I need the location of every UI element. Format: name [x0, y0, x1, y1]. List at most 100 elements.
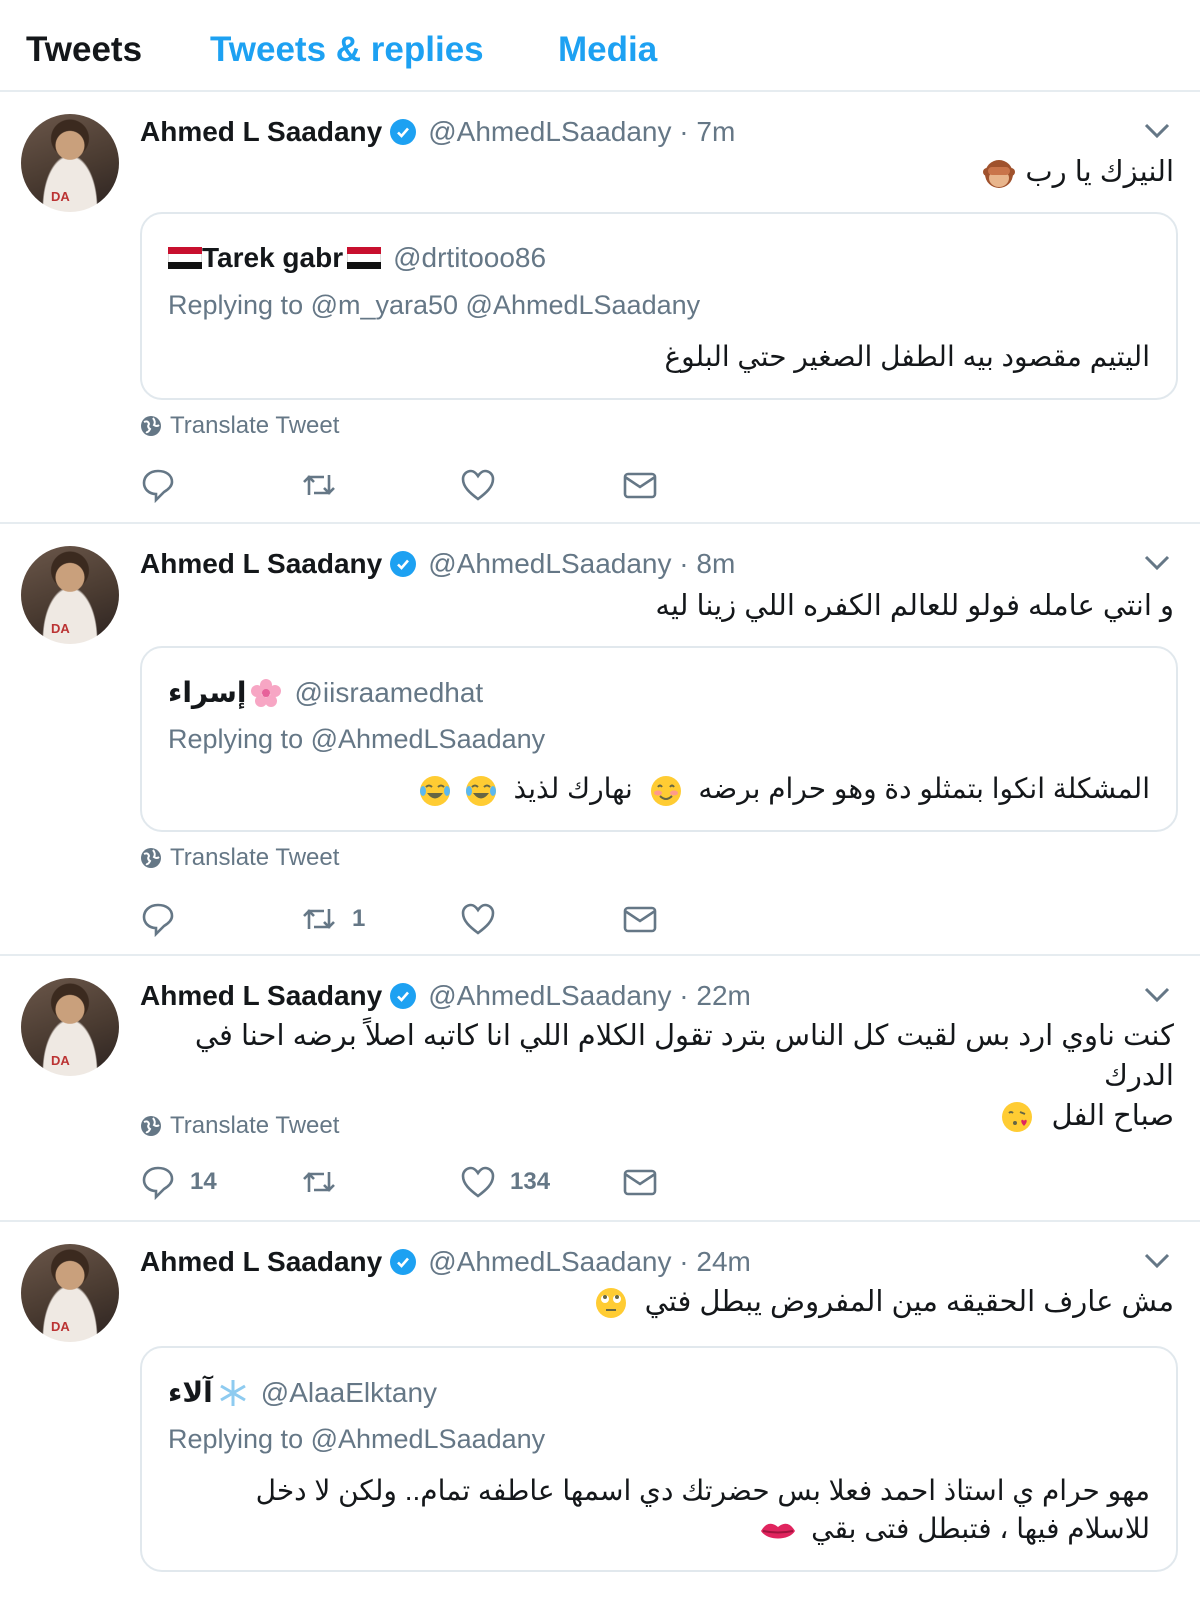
- like-button[interactable]: [460, 467, 496, 503]
- replying-to[interactable]: Replying to @AhmedLSaadany: [168, 1424, 545, 1455]
- tweet-card[interactable]: DA Ahmed L Saadany @AhmedLSaadany · 8m و…: [0, 524, 1200, 956]
- author-name[interactable]: Ahmed L Saadany: [140, 1246, 382, 1278]
- avatar[interactable]: DA: [21, 978, 119, 1076]
- direct-message-button[interactable]: [622, 901, 658, 937]
- tab-media[interactable]: Media: [558, 30, 657, 70]
- quoted-tweet-header: آلاء @AlaaElktany: [168, 1376, 437, 1409]
- chevron-down-icon[interactable]: [1144, 122, 1170, 140]
- quoted-tweet-text: اليتيم مقصود بيه الطفل الصغير حتي البلوغ: [664, 341, 1150, 372]
- reply-button[interactable]: 14: [140, 1164, 217, 1200]
- lips-icon: [761, 1523, 796, 1539]
- cherry-blossom-icon: [251, 678, 282, 707]
- quoted-author-name[interactable]: إسراء: [168, 676, 246, 709]
- reply-count: 14: [190, 1168, 217, 1195]
- tweet-text-line: كنت ناوي ارد بس لقيت كل الناس بترد تقول …: [194, 1020, 1174, 1092]
- quoted-author-name[interactable]: آلاء: [168, 1376, 213, 1409]
- envelope-icon: [623, 472, 657, 499]
- direct-message-button[interactable]: [622, 467, 658, 503]
- quoted-tweet[interactable]: إسراء @iisraamedhat Replying to @AhmedLS…: [140, 646, 1178, 832]
- author-handle-time[interactable]: @AhmedLSaadany · 8m: [428, 548, 735, 580]
- author-name[interactable]: Ahmed L Saadany: [140, 980, 382, 1012]
- tweet-header: Ahmed L Saadany @AhmedLSaadany · 24m: [140, 1242, 751, 1282]
- reply-button[interactable]: [140, 467, 176, 503]
- translate-label: Translate Tweet: [170, 844, 340, 871]
- tweet-text: و انتي عامله فولو للعالم الكفره اللي زين…: [655, 590, 1174, 622]
- like-button[interactable]: 134: [460, 1164, 550, 1200]
- translate-label: Translate Tweet: [170, 412, 340, 439]
- retweet-count: 1: [352, 905, 366, 932]
- snowflake-icon: [220, 1379, 246, 1406]
- envelope-icon: [623, 1169, 657, 1196]
- avatar[interactable]: DA: [21, 114, 119, 212]
- see-no-evil-monkey-icon: [983, 160, 1016, 189]
- tears-of-joy-emoji-icon: [419, 775, 450, 806]
- reply-icon: [142, 469, 174, 503]
- quoted-author-handle[interactable]: @iisraamedhat: [294, 677, 483, 709]
- direct-message-button[interactable]: [622, 1164, 658, 1200]
- tears-of-joy-emoji-icon: [465, 775, 496, 806]
- profile-tabs: Tweets Tweets & replies Media: [0, 0, 1200, 92]
- retweet-button[interactable]: [300, 467, 338, 503]
- quoted-tweet-header: Tarek gabr @drtitooo86: [168, 242, 546, 274]
- quoted-text-part: للاسلام فيها ، فتبطل فتى بقي: [811, 1513, 1150, 1544]
- tab-tweets[interactable]: Tweets: [26, 30, 142, 70]
- retweet-icon: [303, 475, 335, 495]
- verified-icon: [390, 551, 417, 577]
- reply-button[interactable]: [140, 901, 176, 937]
- quoted-tweet-text: مهو حرام ي استاذ احمد فعلا بس حضرتك دي ا…: [168, 1472, 1150, 1548]
- retweet-button[interactable]: [300, 1164, 338, 1200]
- author-handle-time[interactable]: @AhmedLSaadany · 24m: [428, 1246, 751, 1278]
- tweet-text-line: النيزك يا رب: [1025, 156, 1174, 188]
- verified-icon: [390, 119, 417, 145]
- like-count: 134: [510, 1168, 551, 1195]
- tweet-header: Ahmed L Saadany @AhmedLSaadany · 8m: [140, 544, 735, 584]
- egypt-flag-icon: [347, 247, 382, 269]
- reply-icon: [142, 903, 174, 937]
- retweet-icon: [303, 909, 335, 929]
- quoted-text-line: للاسلام فيها ، فتبطل فتى بقي: [168, 1510, 1150, 1548]
- translate-tweet[interactable]: Translate Tweet: [140, 1112, 339, 1140]
- tweet-text: النيزك يا رب: [140, 152, 1174, 192]
- author-handle-time[interactable]: @AhmedLSaadany · 22m: [428, 980, 751, 1012]
- author-handle-time[interactable]: @AhmedLSaadany · 7m: [428, 116, 735, 148]
- author-name[interactable]: Ahmed L Saadany: [140, 548, 382, 580]
- translate-tweet[interactable]: Translate Tweet: [140, 844, 339, 872]
- tab-tweets-and-replies[interactable]: Tweets & replies: [210, 30, 484, 70]
- globe-icon: [141, 416, 161, 436]
- translate-tweet[interactable]: Translate Tweet: [140, 412, 339, 440]
- chevron-down-icon[interactable]: [1144, 554, 1170, 572]
- like-button[interactable]: [460, 901, 496, 937]
- quoted-author-name[interactable]: Tarek gabr: [202, 242, 343, 274]
- tweet-card[interactable]: DA Ahmed L Saadany @AhmedLSaadany · 22m …: [0, 956, 1200, 1222]
- chevron-down-icon[interactable]: [1144, 986, 1170, 1004]
- heart-icon: [461, 469, 495, 501]
- quoted-tweet[interactable]: آلاء @AlaaElktany Replying to @AhmedLSaa…: [140, 1346, 1178, 1572]
- egypt-flag-icon: [168, 247, 202, 269]
- reply-icon: [142, 1166, 174, 1200]
- quoted-text-part: نهارك لذيذ: [513, 773, 633, 804]
- verified-icon: [390, 983, 417, 1009]
- verified-icon: [390, 1249, 417, 1275]
- tweet-card[interactable]: DA Ahmed L Saadany @AhmedLSaadany · 24m …: [0, 1222, 1200, 1614]
- quoted-text-line: مهو حرام ي استاذ احمد فعلا بس حضرتك دي ا…: [255, 1475, 1150, 1506]
- author-name[interactable]: Ahmed L Saadany: [140, 116, 382, 148]
- face-with-rolling-eyes-emoji-icon: [595, 1288, 626, 1319]
- quoted-tweet[interactable]: Tarek gabr @drtitooo86 Replying to @m_ya…: [140, 212, 1178, 400]
- retweet-button[interactable]: 1: [300, 901, 365, 937]
- tweet-header: Ahmed L Saadany @AhmedLSaadany · 7m: [140, 112, 735, 152]
- chevron-down-icon[interactable]: [1144, 1252, 1170, 1270]
- smiling-blush-emoji-icon: [650, 775, 681, 806]
- tweet-text-part: صباح الفل: [1051, 1100, 1174, 1132]
- face-blowing-kiss-emoji-icon: [1002, 1102, 1033, 1133]
- tweet-actions: [140, 467, 700, 507]
- replying-to[interactable]: Replying to @m_yara50 @AhmedLSaadany: [168, 290, 700, 321]
- globe-icon: [141, 848, 161, 868]
- avatar[interactable]: DA: [21, 546, 119, 644]
- replying-to[interactable]: Replying to @AhmedLSaadany: [168, 724, 545, 755]
- translate-label: Translate Tweet: [170, 1112, 340, 1139]
- tweet-text-part: مش عارف الحقيقه مين المفروض يبطل فتي: [644, 1286, 1174, 1318]
- avatar[interactable]: DA: [21, 1244, 119, 1342]
- quoted-author-handle[interactable]: @AlaaElktany: [261, 1377, 437, 1409]
- tweet-card[interactable]: DA Ahmed L Saadany @AhmedLSaadany · 7m ا…: [0, 92, 1200, 524]
- quoted-author-handle[interactable]: @drtitooo86: [393, 242, 546, 274]
